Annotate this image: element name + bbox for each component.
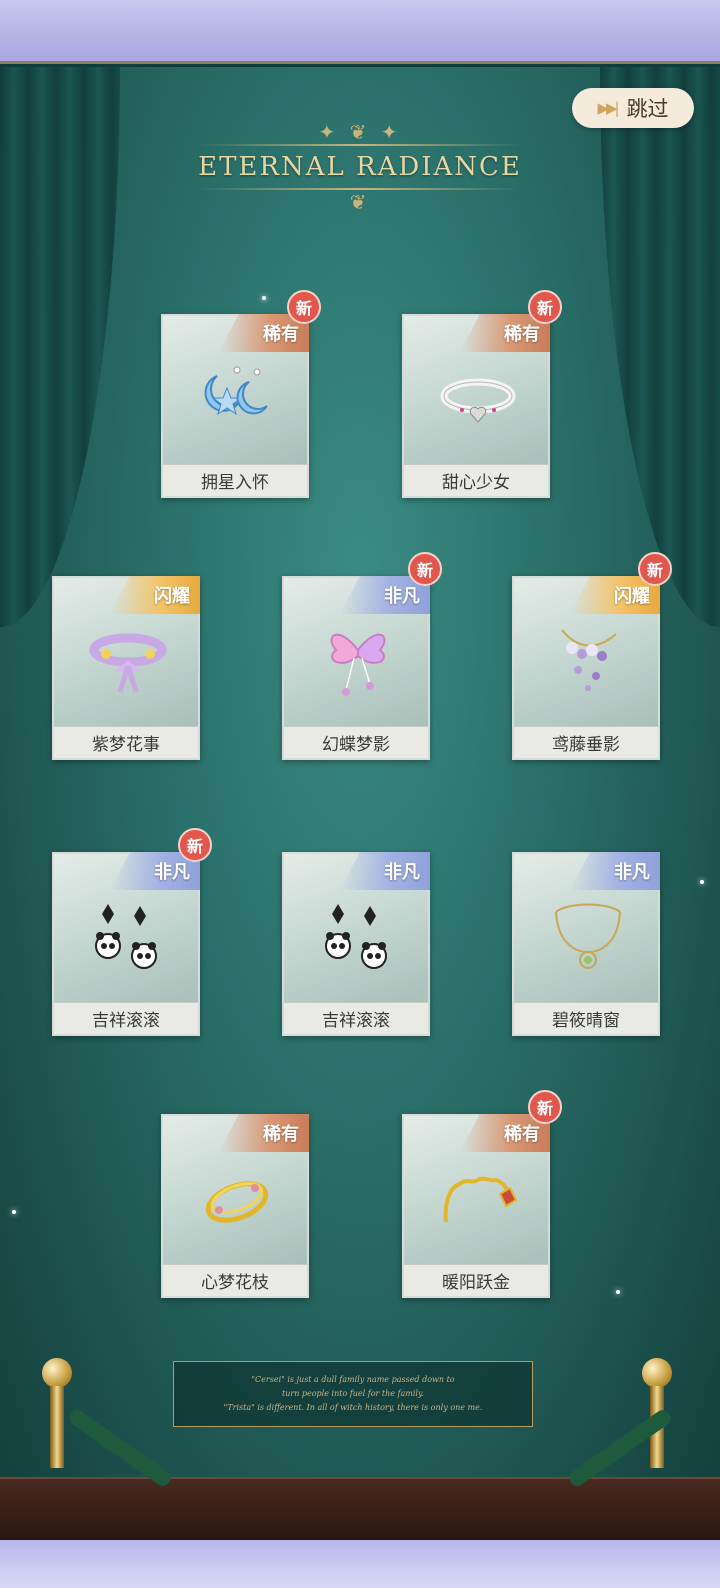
rarity-tag: 非凡 (570, 852, 660, 890)
item-name: 吉祥滚滚 (284, 1002, 428, 1034)
curtain-left (0, 67, 120, 627)
new-badge: 新 (408, 552, 442, 586)
fast-forward-icon: ▶▶| (597, 99, 619, 117)
reward-card[interactable]: 闪耀 紫梦花事 (52, 576, 200, 760)
gold-headband-icon (438, 1158, 518, 1238)
logo-divider (200, 144, 520, 146)
star-earrings-icon (197, 358, 277, 438)
reward-card[interactable]: 非凡 新 吉祥滚滚 (52, 828, 212, 1036)
sparkle (616, 1290, 620, 1294)
new-badge: 新 (528, 1090, 562, 1124)
logo-ornament-icon: ❦ (349, 190, 371, 214)
stage-background (0, 67, 720, 1540)
pendant-necklace-icon (548, 896, 628, 976)
top-band (0, 0, 720, 64)
reward-card[interactable]: 非凡 新 幻蝶梦影 (282, 552, 442, 760)
quote-line: "Cersei" is just a dull family name pass… (251, 1375, 455, 1384)
new-badge: 新 (178, 828, 212, 862)
logo-ornament-icon: ✦ ❦ ✦ (318, 120, 402, 144)
panda-earrings-icon (88, 896, 168, 976)
gold-bangle-icon (197, 1158, 277, 1238)
skip-button[interactable]: ▶▶| 跳过 (572, 88, 694, 128)
rarity-tag: 稀有 (219, 1114, 309, 1152)
wisteria-hairpin-icon (548, 620, 628, 700)
quote-line: turn people into fuel for the family. (282, 1389, 424, 1398)
reward-card[interactable]: 稀有 新 甜心少女 (402, 290, 562, 498)
rarity-tag: 闪耀 (110, 576, 200, 614)
item-name: 心梦花枝 (163, 1264, 307, 1296)
reward-card[interactable]: 非凡 碧筱晴窗 (512, 852, 660, 1036)
panda-earrings-icon (318, 896, 398, 976)
item-name: 吉祥滚滚 (54, 1002, 198, 1034)
reward-card[interactable]: 稀有 心梦花枝 (161, 1114, 309, 1298)
item-name: 暖阳跃金 (404, 1264, 548, 1296)
reward-card[interactable]: 非凡 吉祥滚滚 (282, 852, 430, 1036)
new-badge: 新 (287, 290, 321, 324)
item-name: 拥星入怀 (163, 464, 307, 496)
story-quote: "Cersei" is just a dull family name pass… (173, 1361, 533, 1427)
sparkle (262, 296, 266, 300)
item-name: 鸢藤垂影 (514, 726, 658, 758)
bottom-band (0, 1540, 720, 1588)
skip-label: 跳过 (626, 97, 669, 121)
heart-choker-icon (438, 358, 518, 438)
curtain-right (600, 67, 720, 627)
butterfly-hairpin-icon (318, 620, 398, 700)
item-name: 甜心少女 (404, 464, 548, 496)
flower-choker-icon (88, 620, 168, 700)
new-badge: 新 (528, 290, 562, 324)
reward-card[interactable]: 闪耀 新 鸢藤垂影 (512, 552, 672, 760)
new-badge: 新 (638, 552, 672, 586)
stage-floor (0, 1477, 720, 1540)
item-name: 碧筱晴窗 (514, 1002, 658, 1034)
sparkle (12, 1210, 16, 1214)
reward-card[interactable]: 稀有 新 暖阳跃金 (402, 1090, 562, 1298)
item-name: 紫梦花事 (54, 726, 198, 758)
quote-line: "Trista" is different. In all of witch h… (223, 1403, 483, 1412)
rarity-tag: 非凡 (340, 852, 430, 890)
reward-card[interactable]: 稀有 新 拥星入怀 (161, 290, 321, 498)
sparkle (700, 880, 704, 884)
eternal-radiance-logo: ✦ ❦ ✦ ETERNAL RADIANCE ❦ (190, 120, 530, 230)
item-name: 幻蝶梦影 (284, 726, 428, 758)
logo-title: ETERNAL RADIANCE (198, 152, 522, 182)
